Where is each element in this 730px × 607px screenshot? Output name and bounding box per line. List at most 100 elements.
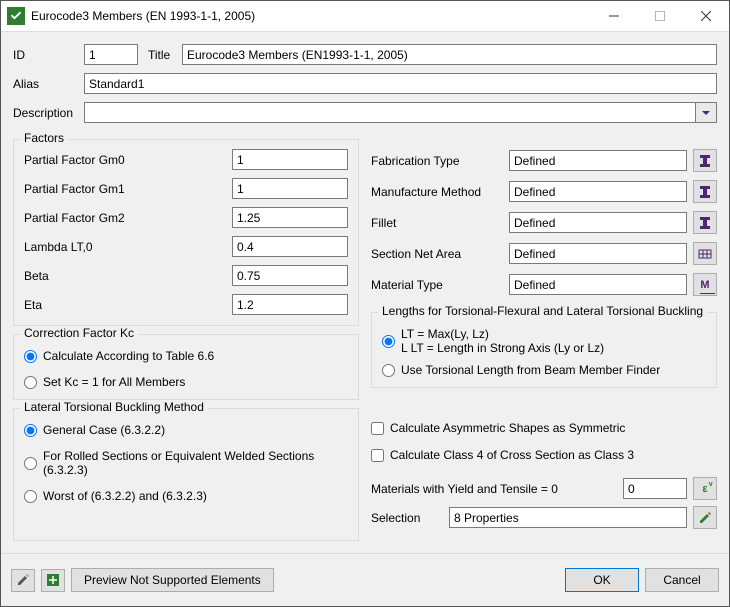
factors-legend: Factors bbox=[20, 131, 68, 145]
maximize-button bbox=[637, 1, 683, 31]
fabrication-type-value: Defined bbox=[509, 150, 687, 171]
preview-button[interactable]: Preview Not Supported Elements bbox=[71, 568, 274, 592]
sheet-plus-icon bbox=[46, 573, 60, 587]
sheet-tool-button[interactable] bbox=[41, 569, 65, 592]
titlebar[interactable]: Eurocode3 Members (EN 1993-1-1, 2005) bbox=[1, 1, 729, 32]
materials-row: Materials with Yield and Tensile = 0 εv bbox=[371, 477, 717, 500]
ltb-opt3-radio[interactable] bbox=[24, 490, 37, 503]
kc-opt1-label: Calculate According to Table 6.6 bbox=[43, 349, 214, 363]
close-button[interactable] bbox=[683, 1, 729, 31]
factor-label: Partial Factor Gm2 bbox=[24, 211, 232, 225]
fillet-value: Defined bbox=[509, 212, 687, 233]
ibeam-icon bbox=[698, 185, 712, 199]
kc-opt2[interactable]: Set Kc = 1 for All Members bbox=[24, 375, 348, 389]
kc-group: Correction Factor Kc Calculate According… bbox=[13, 334, 359, 400]
ltb-opt1-radio[interactable] bbox=[24, 424, 37, 437]
kc-legend: Correction Factor Kc bbox=[20, 326, 138, 340]
factor-label: Partial Factor Gm1 bbox=[24, 182, 232, 196]
kc-opt1-radio[interactable] bbox=[24, 350, 37, 363]
ok-button[interactable]: OK bbox=[565, 568, 639, 592]
def-row: Fabrication TypeDefined bbox=[371, 149, 717, 172]
minimize-button[interactable] bbox=[591, 1, 637, 31]
factor-eta-input[interactable] bbox=[232, 294, 348, 315]
m-icon: M bbox=[700, 279, 709, 291]
materials-input[interactable] bbox=[623, 478, 687, 499]
selection-value: 8 Properties bbox=[449, 507, 687, 528]
lengths-group: Lengths for Torsional-Flexural and Later… bbox=[371, 312, 717, 388]
description-combo[interactable] bbox=[84, 102, 717, 123]
lengths-opt2-radio[interactable] bbox=[382, 364, 395, 377]
lengths-legend: Lengths for Torsional-Flexural and Later… bbox=[378, 304, 707, 318]
materials-label: Materials with Yield and Tensile = 0 bbox=[371, 482, 617, 496]
material-type-button[interactable]: M bbox=[693, 273, 717, 296]
pencil-icon bbox=[16, 573, 30, 587]
def-row: Section Net AreaDefined bbox=[371, 242, 717, 265]
factor-gm2-input[interactable] bbox=[232, 207, 348, 228]
check-class4[interactable]: Calculate Class 4 of Cross Section as Cl… bbox=[371, 448, 717, 462]
description-label: Description bbox=[13, 106, 78, 120]
description-row: Description bbox=[13, 102, 717, 123]
check-class4-box[interactable] bbox=[371, 449, 384, 462]
id-title-row: ID Title bbox=[13, 44, 717, 65]
id-label: ID bbox=[13, 48, 78, 62]
factor-row: Beta bbox=[24, 265, 348, 286]
ltb-opt1[interactable]: General Case (6.3.2.2) bbox=[24, 423, 348, 437]
factors-group: Factors Partial Factor Gm0 Partial Facto… bbox=[13, 139, 359, 326]
manufacture-method-value: Defined bbox=[509, 181, 687, 202]
factor-gm0-input[interactable] bbox=[232, 149, 348, 170]
factor-row: Lambda LT,0 bbox=[24, 236, 348, 257]
ev-icon: εv bbox=[702, 483, 707, 495]
alias-label: Alias bbox=[13, 77, 78, 91]
lengths-opt1-line2: L LT = Length in Strong Axis (Ly or Lz) bbox=[401, 341, 604, 355]
check-asymmetric-box[interactable] bbox=[371, 422, 384, 435]
right-column: Fabrication TypeDefined Manufacture Meth… bbox=[371, 131, 717, 541]
def-row: Manufacture Method Defined bbox=[371, 180, 717, 203]
def-row: Fillet Defined bbox=[371, 211, 717, 234]
factor-gm1-input[interactable] bbox=[232, 178, 348, 199]
window-title: Eurocode3 Members (EN 1993-1-1, 2005) bbox=[31, 9, 591, 23]
def-label: Manufacture Method bbox=[371, 185, 503, 199]
kc-opt1[interactable]: Calculate According to Table 6.6 bbox=[24, 349, 348, 363]
def-label: Fillet bbox=[371, 216, 503, 230]
lengths-opt1-radio[interactable] bbox=[382, 335, 395, 348]
ltb-opt2-radio[interactable] bbox=[24, 457, 37, 470]
content-area: ID Title Alias Description Factors Parti… bbox=[1, 32, 729, 553]
chevron-down-icon bbox=[695, 103, 716, 122]
columns: Factors Partial Factor Gm0 Partial Facto… bbox=[13, 131, 717, 541]
ltb-opt2[interactable]: For Rolled Sections or Equivalent Welded… bbox=[24, 449, 348, 477]
factor-lambda-input[interactable] bbox=[232, 236, 348, 257]
app-check-icon bbox=[7, 7, 25, 25]
bottom-bar: Preview Not Supported Elements OK Cancel bbox=[1, 553, 729, 606]
alias-input[interactable] bbox=[84, 73, 717, 94]
materials-button[interactable]: εv bbox=[693, 477, 717, 500]
fabrication-type-button[interactable] bbox=[693, 149, 717, 172]
ltb-opt3[interactable]: Worst of (6.3.2.2) and (6.3.2.3) bbox=[24, 489, 348, 503]
factor-label: Beta bbox=[24, 269, 232, 283]
edit-tool-button[interactable] bbox=[11, 569, 35, 592]
factor-beta-input[interactable] bbox=[232, 265, 348, 286]
selection-edit-button[interactable] bbox=[693, 506, 717, 529]
selection-label: Selection bbox=[371, 511, 443, 525]
factor-row: Partial Factor Gm2 bbox=[24, 207, 348, 228]
lengths-opt2[interactable]: Use Torsional Length from Beam Member Fi… bbox=[382, 363, 706, 377]
ibeam-icon bbox=[698, 216, 712, 230]
cancel-button[interactable]: Cancel bbox=[645, 568, 719, 592]
ltb-group: Lateral Torsional Buckling Method Genera… bbox=[13, 408, 359, 541]
check-asymmetric[interactable]: Calculate Asymmetric Shapes as Symmetric bbox=[371, 421, 717, 435]
section-net-area-button[interactable] bbox=[693, 242, 717, 265]
factor-row: Partial Factor Gm0 bbox=[24, 149, 348, 170]
lengths-opt1[interactable]: LT = Max(Ly, Lz) L LT = Length in Strong… bbox=[382, 327, 706, 355]
id-input[interactable] bbox=[84, 44, 138, 65]
section-net-area-value: Defined bbox=[509, 243, 687, 264]
lengths-opt1-line1: LT = Max(Ly, Lz) bbox=[401, 327, 489, 341]
fillet-button[interactable] bbox=[693, 211, 717, 234]
selection-row: Selection 8 Properties bbox=[371, 506, 717, 529]
def-row: Material TypeDefinedM bbox=[371, 273, 717, 296]
manufacture-method-button[interactable] bbox=[693, 180, 717, 203]
title-label: Title bbox=[148, 48, 176, 62]
title-input[interactable] bbox=[182, 44, 717, 65]
kc-opt2-radio[interactable] bbox=[24, 376, 37, 389]
factor-label: Eta bbox=[24, 298, 232, 312]
pencil-icon bbox=[698, 511, 712, 525]
ibeam-icon bbox=[698, 154, 712, 168]
